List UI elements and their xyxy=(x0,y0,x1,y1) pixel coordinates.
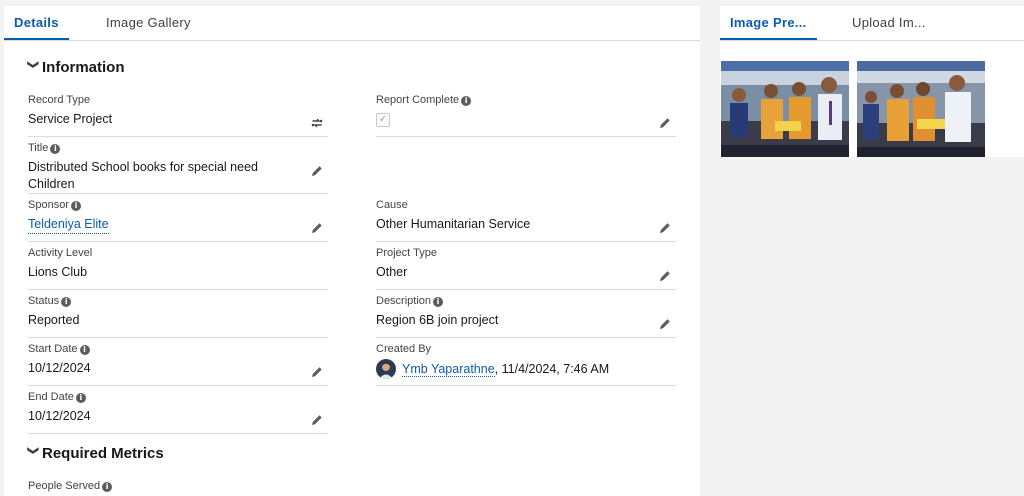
pencil-icon[interactable] xyxy=(310,365,324,379)
field-start-date: Start Date i 10/12/2024 xyxy=(28,343,328,386)
pencil-icon[interactable] xyxy=(658,269,672,283)
avatar[interactable] xyxy=(376,359,396,379)
right-tab-bar: Image Pre... Upload Im... xyxy=(720,6,1024,41)
section-required-metrics-title: Required Metrics xyxy=(42,445,164,462)
info-icon[interactable]: i xyxy=(61,297,72,307)
info-icon[interactable]: i xyxy=(102,482,113,492)
gallery-photo-1[interactable] xyxy=(721,61,849,157)
pencil-icon[interactable] xyxy=(310,413,324,427)
title-label: Title i xyxy=(28,142,61,154)
end-date-value: 10/12/2024 xyxy=(28,409,91,423)
description-label: Description i xyxy=(376,295,444,307)
image-preview-panel: Image Pre... Upload Im... xyxy=(720,6,1024,157)
cause-value: Other Humanitarian Service xyxy=(376,217,531,231)
status-label: Status i xyxy=(28,295,72,307)
sponsor-link[interactable]: Teldeniya Elite xyxy=(28,216,109,234)
project-type-label: Project Type xyxy=(376,247,437,259)
gallery-photo-2[interactable] xyxy=(857,61,985,157)
field-description: Description i Region 6B join project xyxy=(376,295,676,338)
field-title: Title i Distributed School books for spec… xyxy=(28,142,328,194)
activity-level-label: Activity Level xyxy=(28,247,93,259)
created-by-timestamp: , 11/4/2024, 7:46 AM xyxy=(494,362,610,376)
people-served-label: People Served i xyxy=(28,480,113,492)
end-date-label: End Date i xyxy=(28,391,86,403)
pencil-icon[interactable] xyxy=(658,317,672,331)
tab-upload-image[interactable]: Upload Im... xyxy=(852,6,926,40)
chevron-down-icon: ❯ xyxy=(27,60,39,70)
field-activity-level: Activity Level Lions Club xyxy=(28,247,328,290)
chevron-down-icon: ❯ xyxy=(27,446,39,456)
created-by-user-link[interactable]: Ymb Yaparathne xyxy=(402,362,495,377)
created-by-label: Created By xyxy=(376,343,432,355)
pencil-icon[interactable] xyxy=(310,221,324,235)
status-value: Reported xyxy=(28,313,80,327)
sponsor-label: Sponsor i xyxy=(28,199,81,211)
start-date-label: Start Date i xyxy=(28,343,90,355)
project-type-value: Other xyxy=(376,265,408,279)
report-complete-label: Report Complete i xyxy=(376,94,472,106)
field-created-by: Created By Ymb Yaparathne, 11/4/2024, 7:… xyxy=(376,343,676,386)
left-tab-bar: Details Image Gallery xyxy=(4,6,700,41)
record-type-label: Record Type xyxy=(28,94,91,106)
tab-image-gallery[interactable]: Image Gallery xyxy=(106,6,191,40)
field-status: Status i Reported xyxy=(28,295,328,338)
swap-icon[interactable] xyxy=(310,116,324,130)
pencil-icon[interactable] xyxy=(310,164,324,178)
info-icon[interactable]: i xyxy=(433,297,444,307)
info-icon[interactable]: i xyxy=(461,96,472,106)
info-icon[interactable]: i xyxy=(70,201,81,211)
description-value: Region 6B join project xyxy=(376,313,499,327)
field-report-complete: Report Complete i ✓ xyxy=(376,94,676,137)
info-icon[interactable]: i xyxy=(79,345,90,355)
activity-level-value: Lions Club xyxy=(28,265,88,279)
field-cause: Cause Other Humanitarian Service xyxy=(376,199,676,242)
cause-label: Cause xyxy=(376,199,408,211)
info-icon[interactable]: i xyxy=(75,393,86,403)
details-panel: Details Image Gallery ❯ Information Recor… xyxy=(4,6,700,496)
section-information-title: Information xyxy=(42,59,125,76)
field-end-date: End Date i 10/12/2024 xyxy=(28,391,328,434)
info-icon[interactable]: i xyxy=(50,144,61,154)
tab-details[interactable]: Details xyxy=(4,6,69,40)
start-date-value: 10/12/2024 xyxy=(28,361,91,375)
field-sponsor: Sponsor i Teldeniya Elite xyxy=(28,199,328,242)
field-record-type: Record Type Service Project xyxy=(28,94,328,137)
record-type-value: Service Project xyxy=(28,112,113,126)
section-information-header[interactable]: ❯ Information xyxy=(24,57,125,79)
title-value: Distributed School books for special nee… xyxy=(28,160,258,191)
pencil-icon[interactable] xyxy=(658,116,672,130)
report-complete-checkbox: ✓ xyxy=(376,113,390,127)
tab-image-preview[interactable]: Image Pre... xyxy=(720,6,817,40)
section-required-metrics-header[interactable]: ❯ Required Metrics xyxy=(24,443,164,465)
field-people-served: People Served i xyxy=(28,480,328,496)
field-project-type: Project Type Other xyxy=(376,247,676,290)
created-by-text: Ymb Yaparathne, 11/4/2024, 7:46 AM xyxy=(402,362,610,377)
pencil-icon[interactable] xyxy=(658,221,672,235)
